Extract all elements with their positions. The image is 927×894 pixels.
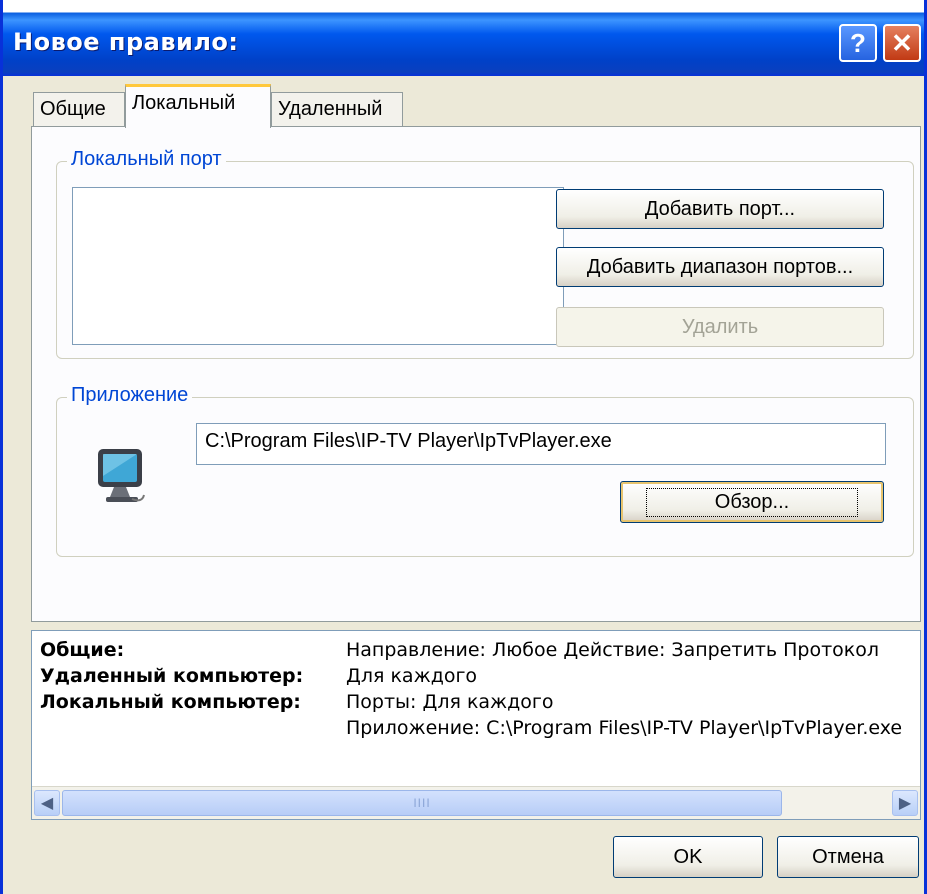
new-rule-dialog: Новое правило: ? ✕ Общие Локальный Удале… (0, 0, 927, 894)
tab-remote-label: Удаленный (278, 98, 383, 120)
browse-button-label: Обзор... (645, 487, 859, 517)
summary-value: Для каждого (346, 665, 478, 687)
dialog-title: Новое правило: (13, 28, 239, 56)
delete-port-button[interactable]: Удалить (556, 307, 884, 347)
scroll-thumb[interactable]: IIII (62, 790, 782, 816)
tab-local-label: Локальный (132, 92, 236, 114)
tab-local[interactable]: Локальный (125, 84, 271, 128)
close-icon: ✕ (891, 27, 913, 58)
application-legend: Приложение (67, 384, 193, 407)
local-port-legend: Локальный порт (67, 148, 226, 171)
summary-value: Порты: Для каждого (346, 691, 554, 713)
add-port-button[interactable]: Добавить порт... (556, 189, 884, 229)
cancel-button[interactable]: Отмена (777, 836, 919, 878)
chevron-left-icon: ◀ (40, 795, 54, 812)
help-button[interactable]: ? (839, 24, 877, 62)
scroll-left-button[interactable]: ◀ (34, 790, 60, 816)
browse-button[interactable]: Обзор... (620, 481, 884, 523)
tab-remote[interactable]: Удаленный (271, 92, 403, 126)
tab-general[interactable]: Общие (33, 92, 125, 126)
scroll-grip: IIII (413, 796, 431, 810)
summary-label: Локальный компьютер: (40, 691, 301, 713)
summary-value: Направление: Любое Действие: Запретить П… (346, 639, 880, 661)
application-path-field[interactable]: C:\Program Files\IP-TV Player\IpTvPlayer… (196, 423, 886, 465)
close-button[interactable]: ✕ (883, 24, 921, 62)
tab-panel-local: Локальный порт Добавить порт... Добавить… (31, 126, 921, 622)
scroll-right-button[interactable]: ▶ (892, 790, 918, 816)
summary-label: Общие: (40, 639, 125, 661)
help-icon: ? (850, 27, 866, 58)
local-port-list[interactable] (72, 187, 564, 345)
computer-monitor-icon (98, 449, 145, 502)
ok-button[interactable]: OK (613, 836, 763, 878)
add-port-range-button[interactable]: Добавить диапазон портов... (556, 247, 884, 287)
chevron-right-icon: ▶ (898, 795, 912, 812)
application-group: Приложение (56, 384, 914, 557)
rule-summary[interactable]: Общие: Направление: Любое Действие: Запр… (31, 630, 921, 820)
horizontal-scrollbar[interactable]: ◀ IIII ▶ (32, 786, 920, 819)
title-bar[interactable]: Новое правило: ? ✕ (3, 0, 924, 76)
summary-label: Удаленный компьютер: (40, 665, 304, 687)
summary-value: Приложение: C:\Program Files\IP-TV Playe… (346, 717, 903, 739)
tab-general-label: Общие (40, 98, 106, 120)
